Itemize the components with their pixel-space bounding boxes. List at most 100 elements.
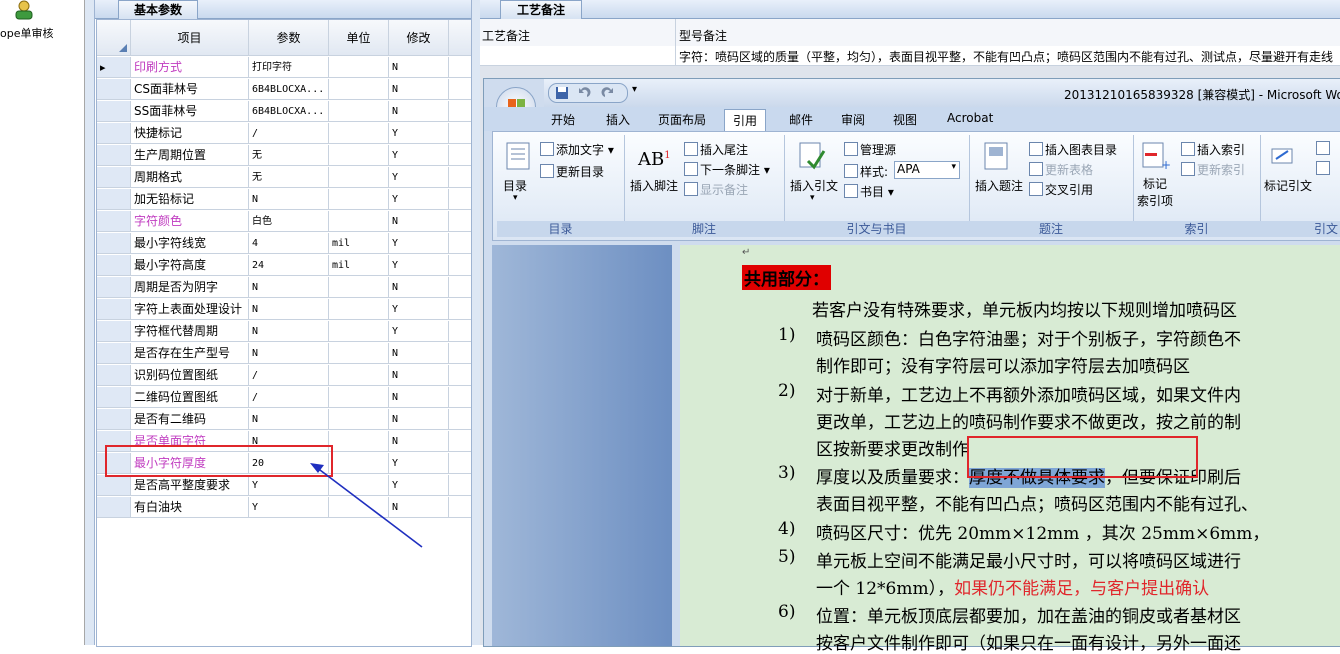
customize-qat-icon[interactable]: ▾ — [632, 84, 637, 95]
cell-item[interactable]: 是否高平整度要求 — [131, 475, 249, 496]
row-selector[interactable] — [97, 497, 131, 518]
cell-modify[interactable]: N — [389, 57, 449, 78]
user-check-icon[interactable] — [12, 0, 36, 20]
cell-blank[interactable] — [449, 233, 471, 254]
cell-blank[interactable] — [449, 409, 471, 430]
table-row[interactable]: 最小字符线宽 4 mil Y — [97, 233, 471, 255]
tab-references[interactable]: 引用 — [724, 109, 767, 132]
cell-modify[interactable]: N — [389, 101, 449, 122]
cell-item[interactable]: 字符框代替周期 — [131, 321, 249, 342]
cell-blank[interactable] — [449, 299, 471, 320]
cell-item[interactable]: 加无铅标记 — [131, 189, 249, 210]
cell-param[interactable]: 无 — [249, 145, 329, 166]
cell-unit[interactable] — [329, 277, 389, 298]
cell-modify[interactable]: Y — [389, 255, 449, 276]
table-row[interactable]: 是否有二维码 N N — [97, 409, 471, 431]
tab-insert[interactable]: 插入 — [606, 111, 630, 128]
cell-item[interactable]: 字符上表面处理设计 — [131, 299, 249, 320]
row-selector[interactable] — [97, 233, 131, 254]
cell-modify[interactable]: N — [389, 343, 449, 364]
cell-modify[interactable]: Y — [389, 233, 449, 254]
cell-modify[interactable]: Y — [389, 189, 449, 210]
table-row[interactable]: 字符框代替周期 N Y — [97, 321, 471, 343]
row-selector[interactable] — [97, 101, 131, 122]
cell-unit[interactable] — [329, 189, 389, 210]
cell-blank[interactable] — [449, 189, 471, 210]
cell-unit[interactable] — [329, 167, 389, 188]
table-row[interactable]: 二维码位置图纸 / N — [97, 387, 471, 409]
cell-param[interactable]: / — [249, 387, 329, 408]
row-selector[interactable] — [97, 211, 131, 232]
col-header-item[interactable]: 项目 — [131, 20, 249, 56]
tab-acrobat[interactable]: Acrobat — [947, 111, 993, 125]
toc-dropdown-icon[interactable]: ▾ — [513, 193, 518, 203]
cell-item[interactable]: 印刷方式 — [131, 57, 249, 78]
cell-modify[interactable]: Y — [389, 145, 449, 166]
cell-modify[interactable]: N — [389, 79, 449, 100]
cell-item[interactable]: 周期是否为阴字 — [131, 277, 249, 298]
cell-item[interactable]: 是否存在生产型号 — [131, 343, 249, 364]
table-row[interactable]: 周期格式无 Y — [97, 167, 471, 189]
cell-param[interactable]: / — [249, 365, 329, 386]
col-header-model-remark[interactable]: 型号备注 — [679, 27, 727, 44]
cell-unit[interactable] — [329, 431, 389, 452]
row-selector[interactable]: ▸ — [97, 57, 131, 78]
cell-param[interactable]: 6B4BLOCXA... — [249, 79, 329, 100]
cell-blank[interactable] — [449, 497, 471, 518]
insert-endnote-button[interactable]: 插入尾注 — [684, 141, 748, 158]
cell-modify[interactable]: N — [389, 431, 449, 452]
cell-param[interactable]: N — [249, 277, 329, 298]
table-row[interactable]: 快捷标记 / Y — [97, 123, 471, 145]
cell-unit[interactable] — [329, 57, 389, 78]
col-header-unit[interactable]: 单位 — [329, 20, 389, 56]
table-row[interactable]: 周期是否为阴字 N N — [97, 277, 471, 299]
cell-item[interactable]: CS面菲林号 — [131, 79, 249, 100]
cell-unit[interactable]: mil — [329, 233, 389, 254]
insert-citation-button[interactable]: 插入引文 — [790, 177, 838, 194]
cell-blank[interactable] — [449, 101, 471, 122]
tab-basic-params[interactable]: 基本参数 — [118, 0, 198, 19]
cell-modify[interactable]: N — [389, 387, 449, 408]
citation-dropdown-icon[interactable]: ▾ — [810, 193, 815, 203]
row-selector[interactable] — [97, 343, 131, 364]
cell-param[interactable]: N — [249, 299, 329, 320]
cell-item[interactable]: 最小字符线宽 — [131, 233, 249, 254]
row-selector[interactable] — [97, 189, 131, 210]
cell-blank[interactable] — [449, 211, 471, 232]
insert-table-of-figures-button[interactable]: 插入图表目录 — [1029, 141, 1117, 158]
tab-review[interactable]: 审阅 — [841, 111, 865, 128]
table-row[interactable]: SS面菲林号 6B4BLOCXA... N — [97, 101, 471, 123]
cell-blank[interactable] — [449, 343, 471, 364]
cell-item[interactable]: SS面菲林号 — [131, 101, 249, 122]
col-header-param[interactable]: 参数 — [249, 20, 329, 56]
tab-mailings[interactable]: 邮件 — [789, 111, 813, 128]
cell-item[interactable]: 最小字符高度 — [131, 255, 249, 276]
row-selector[interactable] — [97, 387, 131, 408]
cell-item[interactable]: 二维码位置图纸 — [131, 387, 249, 408]
cell-blank[interactable] — [449, 365, 471, 386]
row-selector[interactable] — [97, 475, 131, 496]
nav-item-label[interactable]: ope单审核 — [0, 25, 53, 41]
cell-blank[interactable] — [449, 145, 471, 166]
cell-item[interactable]: 是否有二维码 — [131, 409, 249, 430]
table-row[interactable]: 加无铅标记 N Y — [97, 189, 471, 211]
insert-footnote-button[interactable]: 插入脚注 — [630, 177, 678, 194]
table-row[interactable]: 最小字符高度 24 mil Y — [97, 255, 471, 277]
grid-corner[interactable] — [97, 20, 131, 56]
toc-button[interactable]: 目录 — [503, 177, 527, 194]
cell-modify[interactable]: N — [389, 277, 449, 298]
next-footnote-button[interactable]: 下一条脚注 ▾ — [684, 161, 770, 178]
cell-blank[interactable] — [449, 167, 471, 188]
manage-sources-button[interactable]: 管理源 — [844, 141, 896, 158]
tab-page-layout[interactable]: 页面布局 — [658, 111, 706, 128]
row-selector[interactable] — [97, 167, 131, 188]
cross-reference-button[interactable]: 交叉引用 — [1029, 181, 1093, 198]
cell-modify[interactable]: N — [389, 365, 449, 386]
cell-param[interactable]: 24 — [249, 255, 329, 276]
table-row[interactable]: CS面菲林号 6B4BLOCXA... N — [97, 79, 471, 101]
table-row[interactable]: 是否存在生产型号 N N — [97, 343, 471, 365]
row-selector[interactable] — [97, 409, 131, 430]
cell-unit[interactable] — [329, 123, 389, 144]
cell-param[interactable]: 无 — [249, 167, 329, 188]
cell-blank[interactable] — [449, 453, 471, 474]
